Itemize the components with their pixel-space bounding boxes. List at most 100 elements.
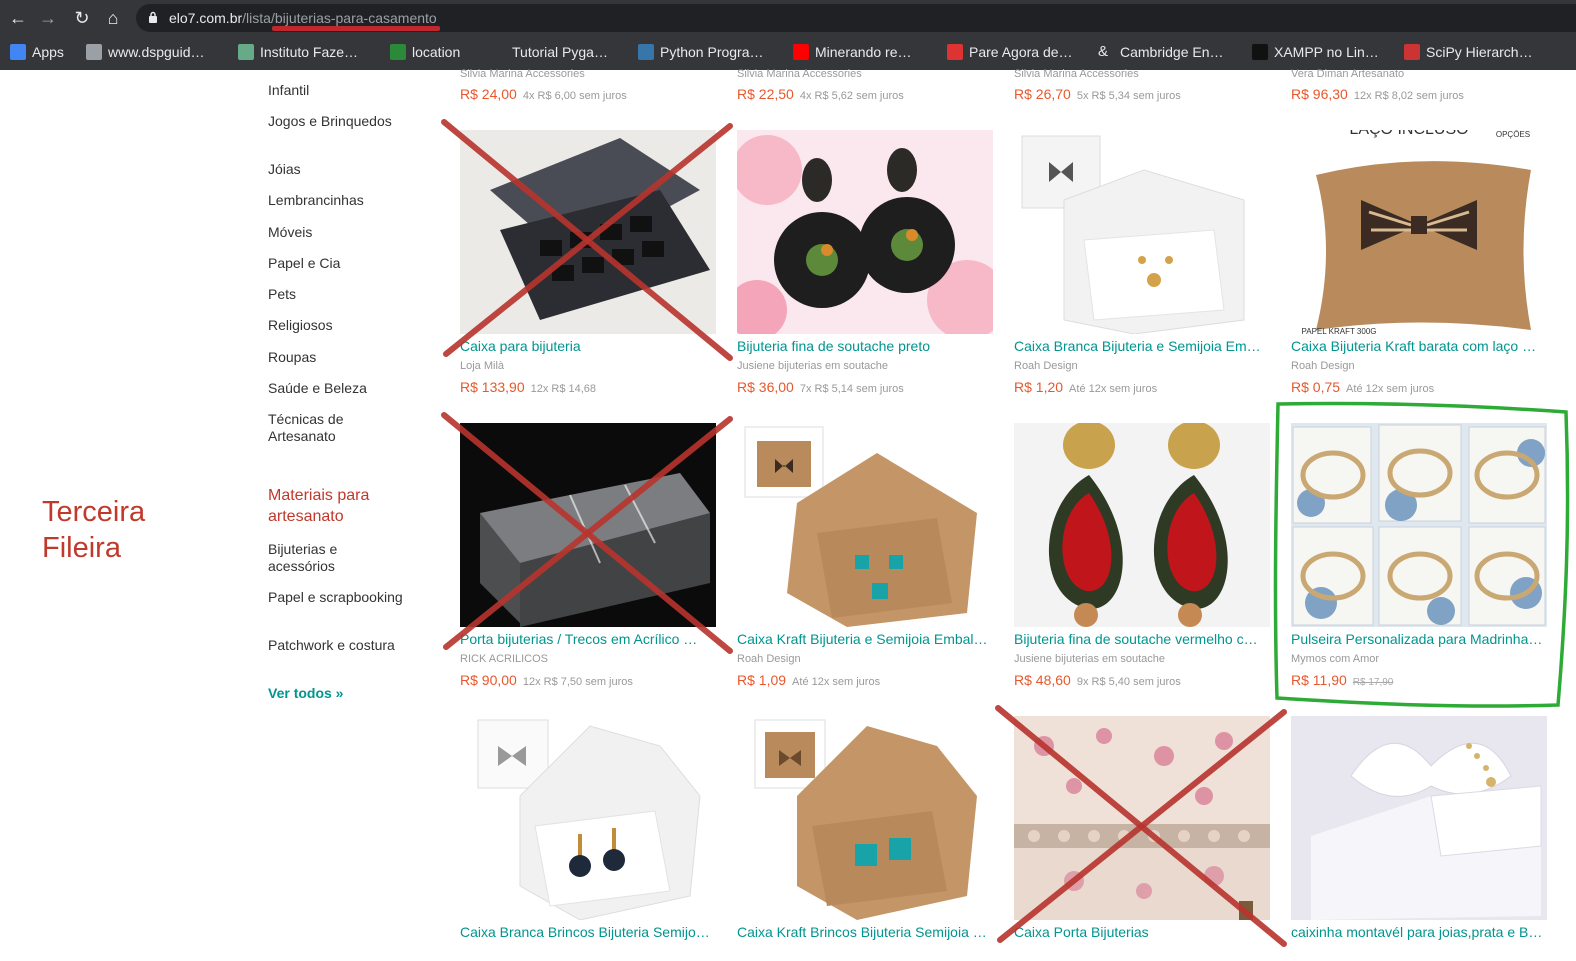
lock-icon	[149, 11, 157, 23]
shop-name: RICK ACRILICOS	[460, 653, 549, 665]
sidebar-section-item[interactable]: Patchwork e costura	[268, 637, 408, 654]
product-title[interactable]: Caixa para bijuteria	[460, 338, 716, 354]
url-text[interactable]: elo7.com.br/lista/bijuterias-para-casame…	[169, 10, 437, 26]
product-image[interactable]: LAÇO INCLUSO OPÇÕES PAPEL KRAFT 300G	[1291, 130, 1547, 334]
shop-name: Jusiene bijuterias em soutache	[737, 360, 889, 372]
product-image[interactable]	[1014, 130, 1270, 334]
product-card[interactable]: Silvia Marina Accessories R$ 22,50 4x R$ 5…	[737, 66, 993, 110]
product-image[interactable]	[460, 130, 716, 334]
product-title[interactable]: Caixa Porta Bijuterias	[1014, 924, 1270, 940]
bookmark-item[interactable]: Minerando re…	[793, 41, 912, 63]
product-title[interactable]: Pulseira Personalizada para Madrinha…	[1291, 631, 1547, 647]
product-title[interactable]: Porta bijuterias / Trecos em Acrílico …	[460, 631, 716, 647]
product-price: R$ 24,00 4x R$ 6,00 sem juros	[460, 86, 627, 104]
product-image[interactable]	[460, 716, 716, 920]
back-arrow-icon[interactable]: ←	[6, 6, 30, 30]
product-price: R$ 1,09 Até 12x sem juros	[737, 672, 880, 690]
product-title[interactable]: Caixa Branca Bijuteria e Semijoia Em…	[1014, 338, 1270, 354]
product-title[interactable]: Caixa Bijuteria Kraft barata com laço …	[1291, 338, 1547, 354]
sidebar-section-item[interactable]: Papel e scrapbooking	[268, 589, 408, 606]
sidebar-category[interactable]: Lembrancinhas	[268, 192, 408, 209]
product-title[interactable]: Caixa Branca Brincos Bijuteria Semijo…	[460, 924, 716, 940]
shop-name: Jusiene bijuterias em soutache	[1014, 653, 1166, 665]
flag-icon	[390, 44, 406, 60]
reload-icon[interactable]: ↻	[70, 6, 94, 30]
bookmark-item[interactable]: Python Progra…	[638, 41, 764, 63]
price-value: R$ 11,90	[1291, 672, 1347, 688]
svg-text:PAPEL KRAFT 300G: PAPEL KRAFT 300G	[1302, 327, 1377, 334]
shop-name: Vera Diman Artesanato	[1291, 68, 1405, 80]
bookmark-item[interactable]: www.dspguid…	[86, 41, 205, 63]
product-image[interactable]	[1291, 716, 1547, 920]
svg-text:OPÇÕES: OPÇÕES	[1496, 130, 1530, 139]
bookmarks-bar: Apps www.dspguid… Instituto Faze… location T…	[0, 36, 1576, 68]
bookmark-item[interactable]: & Cambridge En…	[1098, 41, 1224, 63]
annotation-line-1: Terceira	[42, 496, 146, 528]
sidebar-category[interactable]: Saúde e Beleza	[268, 380, 408, 397]
bookmark-item[interactable]: Tutorial Pyga…	[490, 41, 608, 63]
bookmark-item[interactable]: location	[390, 41, 460, 63]
forward-arrow-icon[interactable]: →	[36, 6, 60, 30]
product-price: R$ 11,90 R$ 17,90	[1291, 672, 1393, 690]
product-image[interactable]	[460, 423, 716, 627]
home-icon[interactable]: ⌂	[101, 6, 125, 30]
product-title[interactable]: Bijuteria fina de soutache vermelho c…	[1014, 631, 1270, 647]
product-title[interactable]: Bijuteria fina de soutache preto	[737, 338, 993, 354]
shop-name: Roah Design	[1014, 360, 1078, 372]
sidebar-category[interactable]: Pets	[268, 286, 408, 303]
product-card[interactable]: Silvia Marina Accessories R$ 26,70 5x R$ 5…	[1014, 66, 1270, 110]
bookmark-label: XAMPP no Lin…	[1274, 44, 1379, 60]
bookmark-item[interactable]: Instituto Faze…	[238, 41, 358, 63]
bookmark-label: SciPy Hierarch…	[1426, 44, 1533, 60]
dark-site-icon	[1252, 44, 1268, 60]
sidebar-category[interactable]: Religiosos	[268, 317, 408, 334]
shop-name: Roah Design	[1291, 360, 1355, 372]
price-value: R$ 24,00	[460, 86, 517, 102]
product-title[interactable]: Caixa Kraft Bijuteria e Semijoia Embal…	[737, 631, 993, 647]
product-title[interactable]: caixinha montavél para joias,prata e B…	[1291, 924, 1547, 940]
sidebar-category[interactable]: Jogos e Brinquedos	[268, 113, 408, 130]
product-title[interactable]: Caixa Kraft Brincos Bijuteria Semijoia …	[737, 924, 993, 940]
price-value: R$ 90,00	[460, 672, 517, 688]
sidebar-section-item[interactable]: Bijuterias e acessórios	[268, 541, 408, 575]
bookmark-label: Apps	[32, 44, 64, 60]
see-all-link[interactable]: Ver todos »	[268, 685, 408, 702]
bookmark-item[interactable]: XAMPP no Lin…	[1252, 41, 1379, 63]
installments-text: 7x R$ 5,14 sem juros	[799, 383, 904, 395]
price-value: R$ 1,09	[737, 672, 787, 688]
bookmark-item[interactable]: Pare Agora de…	[947, 41, 1073, 63]
url-underline-annotation	[272, 26, 440, 31]
product-image[interactable]	[1014, 716, 1270, 920]
product-card[interactable]: Vera Diman Artesanato R$ 96,30 12x R$ 8,02…	[1291, 66, 1547, 110]
installments-text: 5x R$ 5,34 sem juros	[1076, 90, 1181, 102]
installments-text: 12x R$ 14,68	[530, 383, 597, 395]
sidebar-section-title[interactable]: Materiais para artesanato	[268, 485, 408, 527]
shop-name: Roah Design	[737, 653, 801, 665]
youtube-icon	[793, 44, 809, 60]
sidebar-category[interactable]: Papel e Cia	[268, 255, 408, 272]
bookmark-label: Instituto Faze…	[260, 44, 359, 60]
product-image[interactable]	[1014, 423, 1270, 627]
sidebar-category[interactable]: Jóias	[268, 161, 408, 178]
bookmark-item[interactable]: SciPy Hierarch…	[1404, 41, 1533, 63]
shop-name: Silvia Marina Accessories	[737, 68, 862, 80]
url-domain: elo7.com.br	[169, 10, 243, 26]
product-image[interactable]	[737, 423, 993, 627]
price-value: R$ 96,30	[1291, 86, 1348, 102]
third-row-annotation: Terceira Fileira	[42, 494, 145, 566]
product-image[interactable]	[737, 716, 993, 920]
installments-text: Até 12x sem juros	[1346, 383, 1435, 395]
product-card[interactable]: Silvia Marina Accessories R$ 24,00 4x R$ 6…	[460, 66, 716, 110]
installments-text: 9x R$ 5,40 sem juros	[1076, 676, 1181, 688]
sidebar-category[interactable]: Infantil	[268, 82, 408, 99]
old-price: R$ 17,90	[1352, 677, 1394, 688]
scipy-icon	[1404, 44, 1420, 60]
bookmark-item[interactable]: Apps	[10, 41, 64, 63]
sidebar-category[interactable]: Móveis	[268, 224, 408, 241]
product-price: R$ 48,60 9x R$ 5,40 sem juros	[1014, 672, 1181, 690]
sidebar-category[interactable]: Roupas	[268, 349, 408, 366]
product-image[interactable]	[737, 130, 993, 334]
sidebar-category[interactable]: Técnicas de Artesanato	[268, 411, 408, 445]
product-image[interactable]	[1291, 423, 1547, 627]
shop-name: Silvia Marina Accessories	[460, 68, 585, 80]
